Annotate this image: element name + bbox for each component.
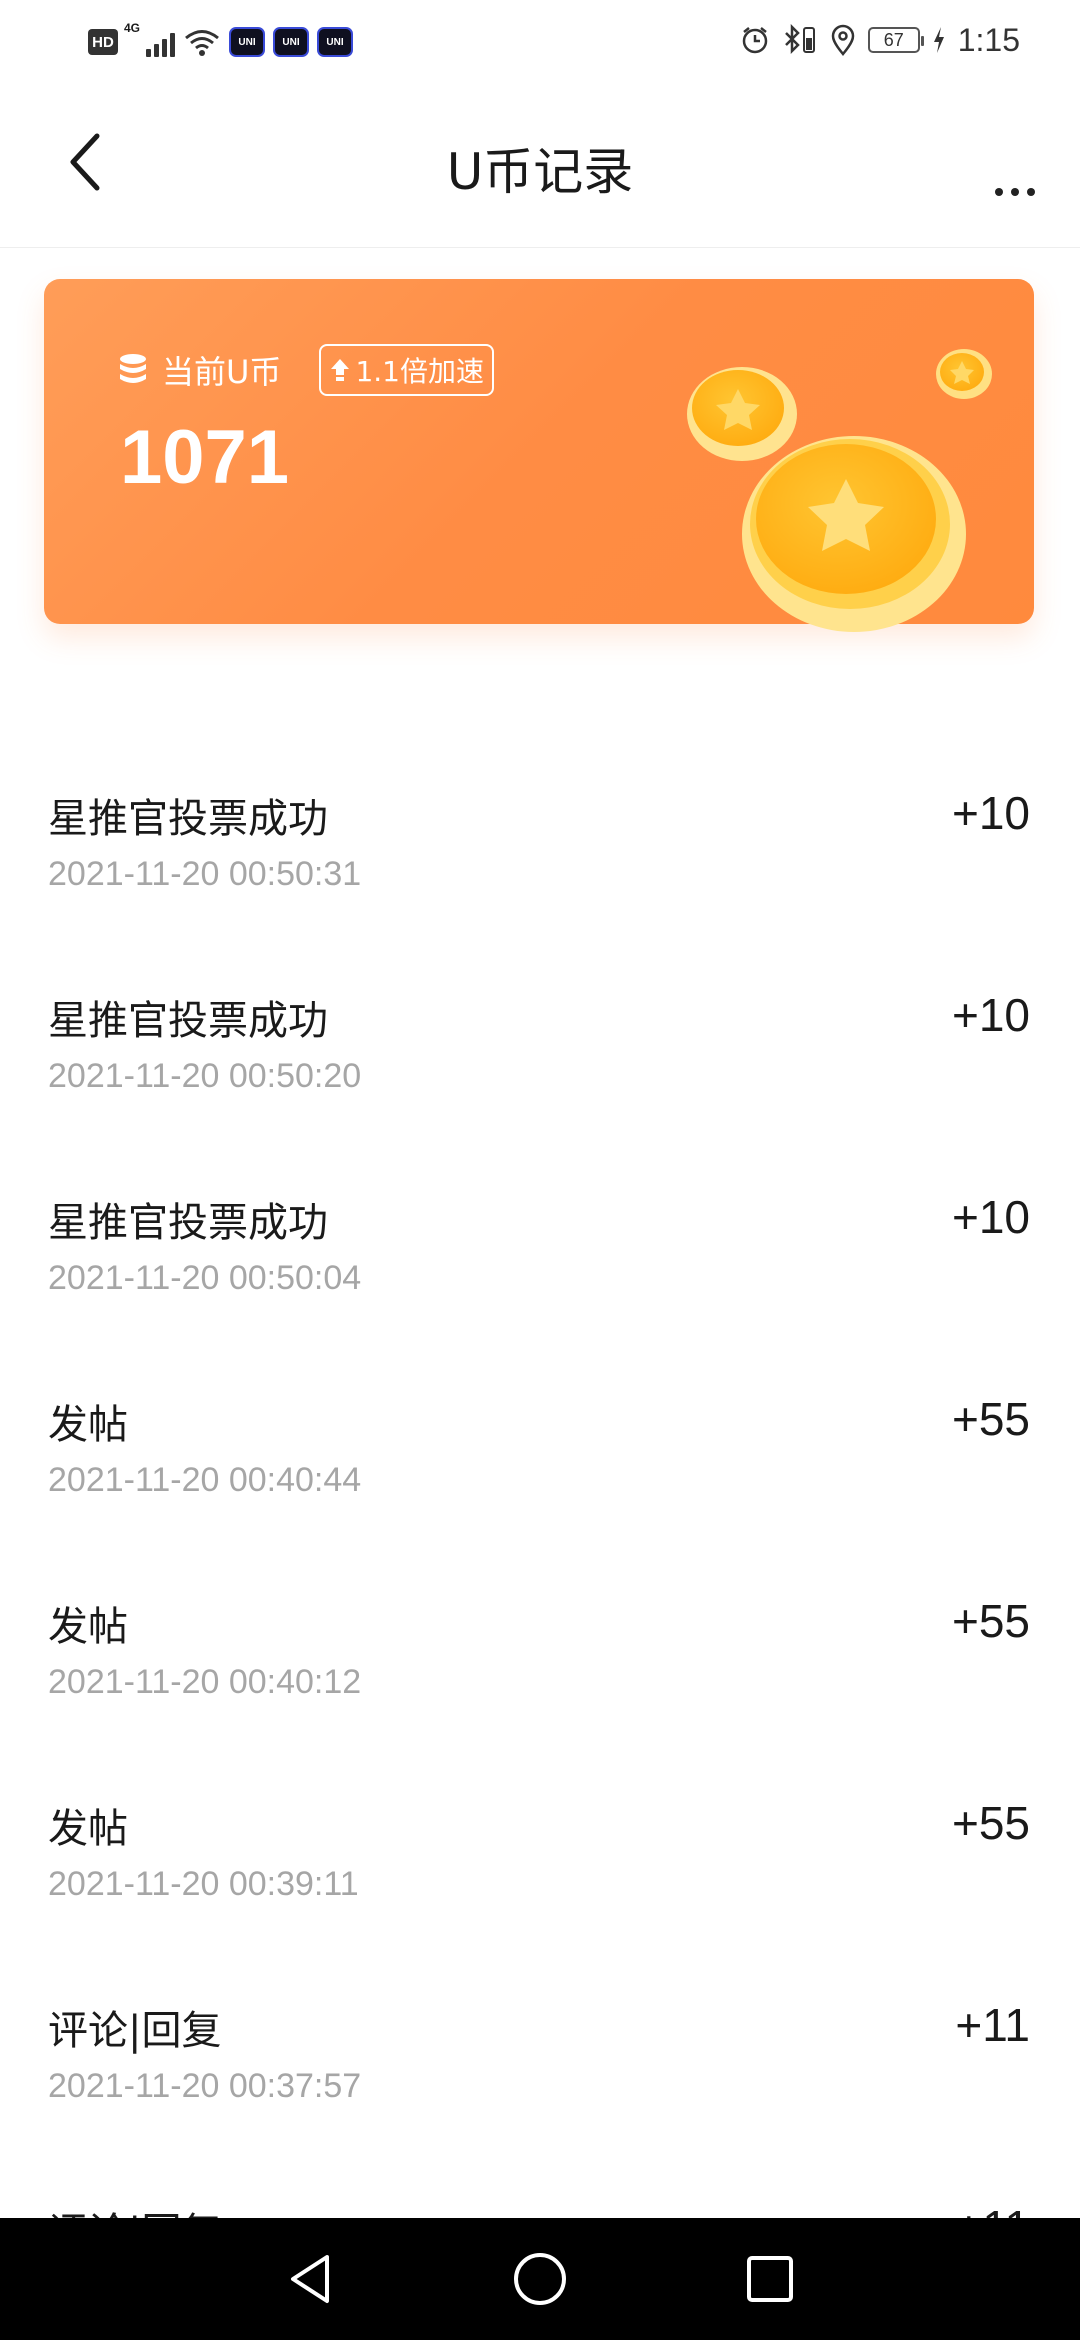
record-amount: +10 [951,787,1030,839]
record-amount: +11 [955,1999,1030,2051]
record-title: 发帖 [48,1806,128,1852]
record-time: 2021-11-20 00:50:31 [48,855,362,893]
more-dot [1011,188,1019,196]
record-title: 评论|回复 [48,2008,222,2054]
status-right: 67 1:15 [740,20,1020,60]
speed-badge: 1.1倍加速 [319,344,494,396]
record-amount: +10 [951,1191,1030,1243]
record-row[interactable]: 星推官投票成功 2021-11-20 00:50:04 +10 [0,1124,1080,1326]
system-home-button[interactable] [480,2218,600,2340]
record-amount: +55 [951,1393,1030,1445]
battery-indicator: 67 [867,27,924,53]
back-triangle-icon [291,2255,329,2303]
system-recents-button[interactable] [710,2218,830,2340]
card-label: 当前U币 [162,353,282,391]
record-row[interactable]: 发帖 2021-11-20 00:40:12 +55 [0,1528,1080,1730]
record-time: 2021-11-20 00:39:11 [48,1865,359,1903]
system-navigation-bar [0,2218,1080,2340]
more-dot [1027,188,1035,196]
status-bar: HD 4G UNI UNI UNI 67 1:15 [0,0,1080,80]
record-time: 2021-11-20 00:37:57 [48,2067,362,2105]
record-time: 2021-11-20 00:50:20 [48,1057,362,1095]
bluetooth-icon [784,24,815,55]
more-dots-icon [995,188,1003,196]
app-notification-icon: UNI [317,27,353,57]
speed-badge-label: 1.1倍加速 [355,355,484,388]
record-row[interactable]: 评论|回复 2021-11-20 00:37:57 +11 [0,1932,1080,2134]
record-row[interactable]: 星推官投票成功 2021-11-20 00:50:31 +10 [0,720,1080,922]
system-back-button[interactable] [250,2218,370,2340]
record-row[interactable]: 星推官投票成功 2021-11-20 00:50:20 +10 [0,922,1080,1124]
wifi-icon [185,30,219,56]
record-title: 发帖 [48,1604,128,1650]
record-time: 2021-11-20 00:40:44 [48,1461,362,1499]
status-left: HD 4G UNI UNI UNI [88,21,353,62]
hd-badge: HD [88,29,118,55]
alarm-icon [742,27,767,54]
record-title: 星推官投票成功 [48,796,328,842]
coin-records-list: 星推官投票成功 2021-11-20 00:50:31 +10 星推官投票成功 … [0,720,1080,2336]
network-type: 4G [124,21,141,35]
location-icon [831,24,854,56]
record-row[interactable]: 发帖 2021-11-20 00:39:11 +55 [0,1730,1080,1932]
record-title: 星推官投票成功 [48,1200,328,1246]
record-amount: +55 [951,1797,1030,1849]
record-amount: +55 [951,1595,1030,1647]
record-time: 2021-11-20 00:40:12 [48,1663,362,1701]
charging-icon [933,27,944,53]
clock-time: 1:15 [957,21,1020,58]
record-title: 发帖 [48,1402,128,1448]
signal-icon: 4G [124,21,175,57]
record-title: 星推官投票成功 [48,998,328,1044]
record-time: 2021-11-20 00:50:04 [48,1259,362,1297]
home-circle-icon [514,2253,566,2305]
more-button[interactable] [980,132,1050,202]
app-notification-icon: UNI [273,27,309,57]
coins-illustration-icon [687,349,992,632]
page-title: U币记录 [446,143,634,201]
record-row[interactable]: 发帖 2021-11-20 00:40:44 +55 [0,1326,1080,1528]
coin-balance-value: 1071 [120,415,290,500]
arrow-up-icon [331,359,350,381]
app-notification-icon: UNI [229,27,265,57]
navigation-bar: U币记录 [0,80,1080,248]
coin-balance-card: 当前U币 1.1倍加速 1071 [44,279,1034,632]
recents-square-icon [747,2256,793,2302]
coin-stack-icon [120,354,146,383]
card-header: 当前U币 1.1倍加速 [118,344,494,396]
record-amount: +10 [951,989,1030,1041]
